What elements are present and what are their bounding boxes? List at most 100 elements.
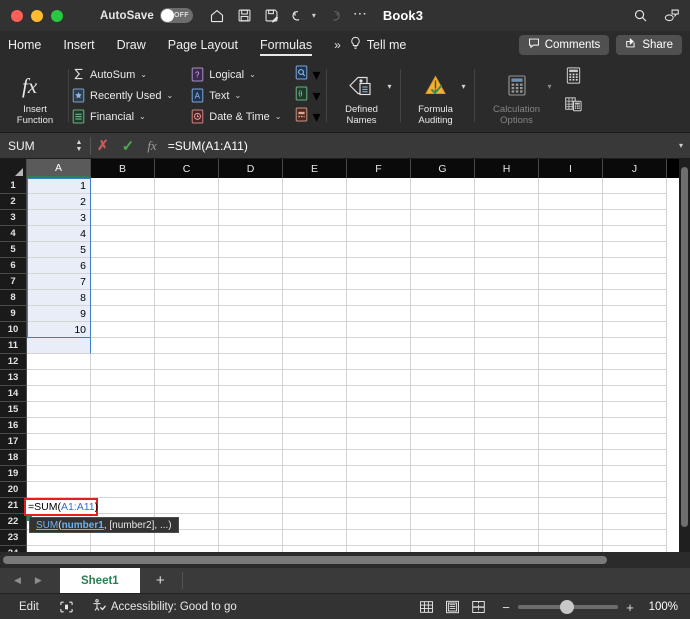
cell-F5[interactable] [347, 242, 411, 258]
autosave-toggle[interactable]: OFF [159, 8, 193, 23]
cell-J16[interactable] [603, 418, 667, 434]
cell-A16[interactable] [27, 418, 91, 434]
cell-E19[interactable] [283, 466, 347, 482]
formula-auditing-button[interactable]: Formula Auditing [410, 60, 462, 132]
cell-F22[interactable] [347, 514, 411, 530]
lookup-reference-dropdown-icon[interactable]: ▾ [312, 65, 320, 85]
cell-D14[interactable] [219, 386, 283, 402]
cell-G11[interactable] [411, 338, 475, 354]
cell-J17[interactable] [603, 434, 667, 450]
cell-D2[interactable] [219, 194, 283, 210]
cell-F6[interactable] [347, 258, 411, 274]
cell-G10[interactable] [411, 322, 475, 338]
row-header-22[interactable]: 22 [0, 514, 27, 530]
cell-D5[interactable] [219, 242, 283, 258]
cell-A17[interactable] [27, 434, 91, 450]
cell-I16[interactable] [539, 418, 603, 434]
cell-E5[interactable] [283, 242, 347, 258]
column-header-f[interactable]: F [347, 159, 411, 178]
tab-insert[interactable]: Insert [63, 31, 94, 58]
cell-I13[interactable] [539, 370, 603, 386]
cell-G7[interactable] [411, 274, 475, 290]
selection-mode-icon[interactable] [59, 600, 74, 614]
cell-B17[interactable] [91, 434, 155, 450]
row-header-15[interactable]: 15 [0, 402, 27, 418]
collaboration-icon[interactable] [663, 7, 680, 24]
cell-C11[interactable] [155, 338, 219, 354]
defined-names-dropdown-icon[interactable]: ▾ [388, 82, 392, 91]
text-button[interactable]: A Text ⌄ [191, 87, 281, 105]
page-layout-view-icon[interactable] [439, 594, 465, 619]
cell-F12[interactable] [347, 354, 411, 370]
maximize-window-button[interactable] [51, 9, 63, 22]
column-header-e[interactable]: E [283, 159, 347, 178]
cell-D8[interactable] [219, 290, 283, 306]
calculation-options-button[interactable]: Calculation Options [486, 60, 548, 132]
cell-H6[interactable] [475, 258, 539, 274]
cell-J11[interactable] [603, 338, 667, 354]
column-header-i[interactable]: I [539, 159, 603, 178]
zoom-slider-handle[interactable] [560, 600, 574, 614]
insert-function-button[interactable]: fx Insert Function [6, 60, 64, 132]
cell-J20[interactable] [603, 482, 667, 498]
cell-J8[interactable] [603, 290, 667, 306]
select-all-corner[interactable] [0, 159, 27, 178]
cell-B2[interactable] [91, 194, 155, 210]
autosum-dropdown-icon[interactable]: ⌄ [140, 70, 147, 79]
cell-C1[interactable] [155, 178, 219, 194]
cell-I8[interactable] [539, 290, 603, 306]
cell-G19[interactable] [411, 466, 475, 482]
cell-I21[interactable] [539, 498, 603, 514]
next-sheet-icon[interactable]: ▶ [35, 575, 42, 586]
cell-E14[interactable] [283, 386, 347, 402]
sheet-tab-sheet1[interactable]: Sheet1 [59, 568, 140, 593]
autosave-control[interactable]: AutoSave OFF [100, 8, 193, 23]
cell-J2[interactable] [603, 194, 667, 210]
cell-J23[interactable] [603, 530, 667, 546]
cell-F1[interactable] [347, 178, 411, 194]
cell-H3[interactable] [475, 210, 539, 226]
confirm-icon[interactable]: ✓ [122, 137, 135, 155]
cell-J5[interactable] [603, 242, 667, 258]
cell-E21[interactable] [283, 498, 347, 514]
row-header-17[interactable]: 17 [0, 434, 27, 450]
cell-C4[interactable] [155, 226, 219, 242]
cell-D19[interactable] [219, 466, 283, 482]
cell-E6[interactable] [283, 258, 347, 274]
cell-A1[interactable]: 1 [27, 178, 91, 194]
date-time-button[interactable]: Date & Time ⌄ [191, 108, 281, 126]
cell-H12[interactable] [475, 354, 539, 370]
cell-C5[interactable] [155, 242, 219, 258]
more-functions-button[interactable]: ▾ [295, 107, 321, 126]
cell-B1[interactable] [91, 178, 155, 194]
cell-A14[interactable] [27, 386, 91, 402]
cell-G4[interactable] [411, 226, 475, 242]
cell-G8[interactable] [411, 290, 475, 306]
cell-C2[interactable] [155, 194, 219, 210]
cell-G13[interactable] [411, 370, 475, 386]
cell-G3[interactable] [411, 210, 475, 226]
cell-D18[interactable] [219, 450, 283, 466]
tab-page-layout[interactable]: Page Layout [168, 31, 238, 58]
cell-E15[interactable] [283, 402, 347, 418]
cell-D7[interactable] [219, 274, 283, 290]
zoom-in-button[interactable]: + [625, 601, 635, 614]
cell-J18[interactable] [603, 450, 667, 466]
row-header-20[interactable]: 20 [0, 482, 27, 498]
search-icon[interactable] [632, 7, 649, 24]
cell-C8[interactable] [155, 290, 219, 306]
cell-C9[interactable] [155, 306, 219, 322]
cell-J7[interactable] [603, 274, 667, 290]
minimize-window-button[interactable] [31, 9, 43, 22]
row-header-6[interactable]: 6 [0, 258, 27, 274]
cell-E4[interactable] [283, 226, 347, 242]
financial-button[interactable]: Financial ⌄ [72, 108, 173, 126]
cell-A9[interactable]: 9 [27, 306, 91, 322]
column-header-g[interactable]: G [411, 159, 475, 178]
cell-A4[interactable]: 4 [27, 226, 91, 242]
cell-H18[interactable] [475, 450, 539, 466]
share-button[interactable]: Share [616, 34, 682, 55]
cell-G18[interactable] [411, 450, 475, 466]
cell-G23[interactable] [411, 530, 475, 546]
spreadsheet-grid[interactable]: A B C D E F G H I J 1 2 3 4 5 6 7 8 9 10 11 12 13 14 1… [0, 159, 690, 552]
